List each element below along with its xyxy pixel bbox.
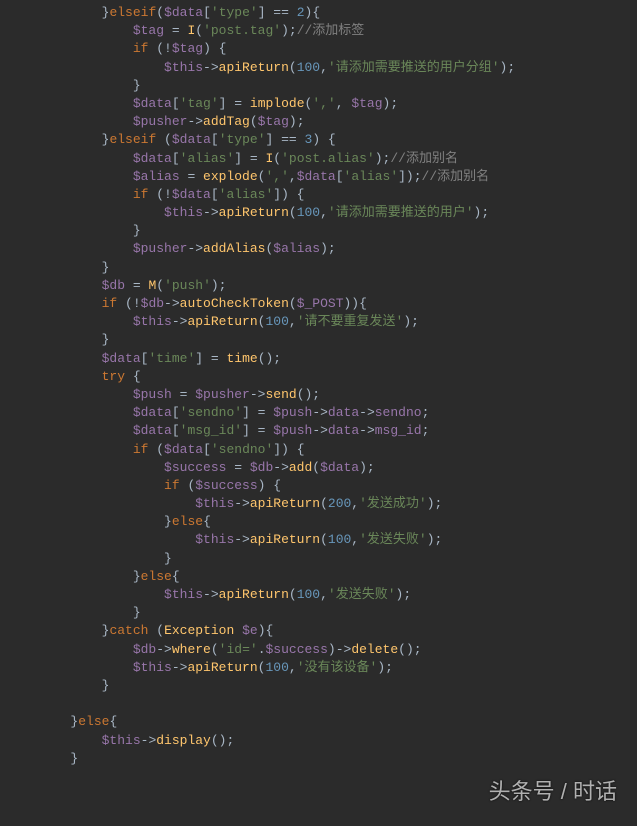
code-line[interactable]: [0, 695, 637, 713]
code-line[interactable]: $db->where('id='.$success)->delete();: [0, 641, 637, 659]
code-line[interactable]: try {: [0, 368, 637, 386]
code-line[interactable]: $alias = explode(',',$data['alias']);//添…: [0, 168, 637, 186]
code-line[interactable]: }catch (Exception $e){: [0, 622, 637, 640]
code-line[interactable]: $db = M('push');: [0, 277, 637, 295]
code-line[interactable]: $this->apiReturn(100,'请不要重复发送');: [0, 313, 637, 331]
code-line[interactable]: $data['tag'] = implode(',', $tag);: [0, 95, 637, 113]
code-line[interactable]: }elseif ($data['type'] == 3) {: [0, 131, 637, 149]
code-line[interactable]: $this->apiReturn(200,'发送成功');: [0, 495, 637, 513]
code-line[interactable]: if (!$db->autoCheckToken($_POST)){: [0, 295, 637, 313]
code-line[interactable]: }: [0, 77, 637, 95]
code-line[interactable]: }else{: [0, 713, 637, 731]
code-line[interactable]: $data['alias'] = I('post.alias');//添加别名: [0, 150, 637, 168]
code-line[interactable]: $this->apiReturn(100,'发送失败');: [0, 586, 637, 604]
code-line[interactable]: if ($data['sendno']) {: [0, 441, 637, 459]
code-line[interactable]: }: [0, 550, 637, 568]
code-line[interactable]: }else{: [0, 568, 637, 586]
code-line[interactable]: if ($success) {: [0, 477, 637, 495]
code-line[interactable]: $success = $db->add($data);: [0, 459, 637, 477]
code-line[interactable]: }: [0, 331, 637, 349]
watermark: 头条号 / 时话: [489, 777, 617, 808]
code-line[interactable]: $data['msg_id'] = $push->data->msg_id;: [0, 422, 637, 440]
code-line[interactable]: }: [0, 604, 637, 622]
code-line[interactable]: $this->apiReturn(100,'没有该设备');: [0, 659, 637, 677]
code-line[interactable]: }else{: [0, 513, 637, 531]
code-line[interactable]: $pusher->addAlias($alias);: [0, 240, 637, 258]
code-line[interactable]: if (!$data['alias']) {: [0, 186, 637, 204]
code-line[interactable]: }: [0, 222, 637, 240]
code-line[interactable]: $this->apiReturn(100,'请添加需要推送的用户');: [0, 204, 637, 222]
code-line[interactable]: $push = $pusher->send();: [0, 386, 637, 404]
code-line[interactable]: }: [0, 677, 637, 695]
code-line[interactable]: if (!$tag) {: [0, 40, 637, 58]
code-line[interactable]: $this->apiReturn(100,'发送失败');: [0, 531, 637, 549]
code-line[interactable]: }: [0, 259, 637, 277]
code-line[interactable]: $tag = I('post.tag');//添加标签: [0, 22, 637, 40]
code-line[interactable]: }elseif($data['type'] == 2){: [0, 4, 637, 22]
code-line[interactable]: $data['sendno'] = $push->data->sendno;: [0, 404, 637, 422]
code-line[interactable]: $data['time'] = time();: [0, 350, 637, 368]
code-line[interactable]: $this->apiReturn(100,'请添加需要推送的用户分组');: [0, 59, 637, 77]
code-line[interactable]: $this->display();: [0, 732, 637, 750]
code-line[interactable]: $pusher->addTag($tag);: [0, 113, 637, 131]
code-editor[interactable]: }elseif($data['type'] == 2){ $tag = I('p…: [0, 0, 637, 772]
code-line[interactable]: }: [0, 750, 637, 768]
